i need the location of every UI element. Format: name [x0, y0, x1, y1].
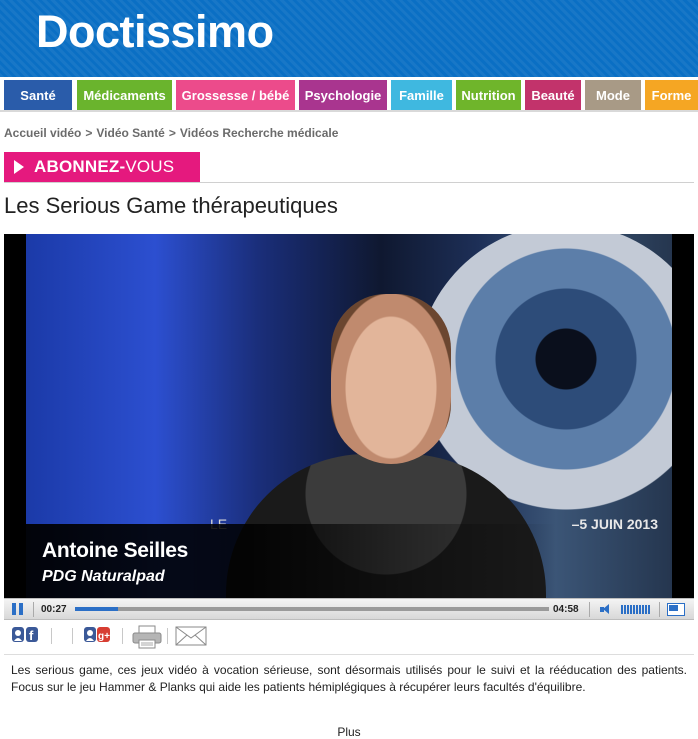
- page-title: Les Serious Game thérapeutiques: [4, 193, 338, 218]
- volume-slider[interactable]: [621, 605, 651, 614]
- nav-item-psychologie[interactable]: Psychologie: [299, 80, 387, 110]
- volume-icon[interactable]: [600, 604, 612, 615]
- breadcrumb-separator: >: [85, 126, 93, 140]
- nav-item-famille[interactable]: Famille: [391, 80, 452, 110]
- nav-item-mode[interactable]: Mode: [585, 80, 641, 110]
- share-toolbar: f g+: [4, 622, 694, 656]
- video-controls: 00:27 04:58: [4, 598, 694, 620]
- breadcrumb-separator: >: [168, 126, 176, 140]
- email-icon[interactable]: [175, 625, 207, 647]
- more-link[interactable]: Plus: [0, 725, 698, 739]
- subscribe-button[interactable]: ABONNEZ- VOUS: [4, 152, 200, 182]
- progress-fill: [75, 607, 118, 611]
- breadcrumb-item-accueil[interactable]: Accueil vidéo: [4, 126, 81, 140]
- svg-text:f: f: [29, 628, 34, 643]
- breadcrumb: Accueil vidéo > Vidéo Santé > Vidéos Recherc…: [4, 126, 342, 140]
- controls-separator: [589, 602, 590, 617]
- svg-text:g+: g+: [98, 631, 110, 642]
- share-separator: [122, 628, 123, 644]
- controls-separator: [659, 602, 660, 617]
- progress-bar[interactable]: [75, 607, 549, 611]
- fullscreen-icon[interactable]: [667, 603, 685, 616]
- caption-name: Antoine Seilles: [42, 539, 189, 562]
- nav-item-forme[interactable]: Forme: [645, 80, 698, 110]
- subscribe-label-regular: VOUS: [125, 157, 175, 176]
- site-logo[interactable]: Doctissimo: [36, 6, 274, 58]
- total-time: 04:58: [553, 604, 579, 615]
- nav-item-grossesse-bebe[interactable]: Grossesse / bébé: [176, 80, 295, 110]
- nav-item-beaute[interactable]: Beauté: [525, 80, 581, 110]
- video-player[interactable]: LE –5 JUIN 2013 Antoine Seilles PDG Natu…: [4, 234, 694, 598]
- site-header: Doctissimo: [0, 0, 698, 77]
- share-separator: [72, 628, 73, 644]
- controls-separator: [33, 602, 34, 617]
- person-head: [331, 294, 451, 464]
- share-separator: [51, 628, 52, 644]
- subscribe-label-bold: ABONNEZ-: [34, 157, 126, 176]
- current-time: 00:27: [41, 604, 67, 615]
- facebook-share-icon[interactable]: f: [11, 625, 39, 645]
- play-arrow-icon: [14, 160, 24, 174]
- nav-divider: [0, 110, 698, 112]
- share-separator: [167, 628, 168, 644]
- main-nav: Santé Médicaments Grossesse / bébé Psych…: [0, 80, 698, 110]
- nav-item-sante[interactable]: Santé: [4, 80, 72, 110]
- breadcrumb-item-video-sante[interactable]: Vidéo Santé: [96, 126, 164, 140]
- video-description: Les serious game, ces jeux vidéo à vocat…: [11, 663, 687, 694]
- print-icon[interactable]: [132, 625, 162, 649]
- breadcrumb-item-recherche-medicale[interactable]: Vidéos Recherche médicale: [180, 126, 339, 140]
- pause-icon[interactable]: [12, 603, 24, 615]
- nav-item-medicaments[interactable]: Médicaments: [77, 80, 172, 110]
- nav-item-nutrition[interactable]: Nutrition: [456, 80, 521, 110]
- google-plus-share-icon[interactable]: g+: [83, 625, 111, 645]
- caption-role: PDG Naturalpad: [42, 568, 165, 585]
- share-divider: [4, 654, 694, 655]
- subscribe-divider: [4, 182, 694, 183]
